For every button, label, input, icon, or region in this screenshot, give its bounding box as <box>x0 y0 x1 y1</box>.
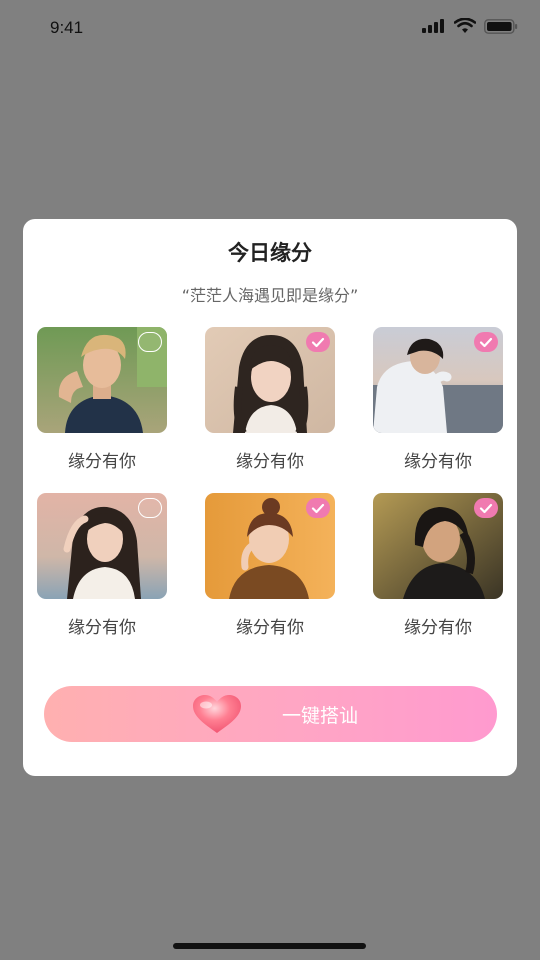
profile-label: 缘分有你 <box>404 618 472 638</box>
select-checkbox[interactable] <box>474 498 498 518</box>
home-indicator[interactable] <box>173 943 366 949</box>
profile-card[interactable]: 缘分有你 <box>37 327 167 477</box>
one-click-chat-button[interactable]: 一键搭讪 <box>44 686 497 742</box>
profile-card[interactable]: 缘分有你 <box>205 327 335 477</box>
cellular-signal-icon <box>422 19 444 33</box>
profile-card[interactable]: 缘分有你 <box>373 327 503 477</box>
modal-title: 今日缘分 <box>228 241 312 265</box>
battery-icon <box>484 18 518 34</box>
select-checkbox[interactable] <box>138 498 162 518</box>
profile-card[interactable]: 缘分有你 <box>373 493 503 643</box>
select-checkbox[interactable] <box>306 498 330 518</box>
fate-modal: 今日缘分 “茫茫人海遇见即是缘分” 缘分有你 缘分有你 缘分有你 缘分有你 缘分… <box>23 219 517 776</box>
cta-label: 一键搭讪 <box>282 705 359 727</box>
check-icon <box>479 503 493 514</box>
select-checkbox[interactable] <box>138 332 162 352</box>
profile-label: 缘分有你 <box>68 452 136 472</box>
select-checkbox[interactable] <box>306 332 330 352</box>
select-checkbox[interactable] <box>474 332 498 352</box>
wifi-icon <box>454 18 476 33</box>
check-icon <box>311 337 325 348</box>
status-icons <box>422 18 518 34</box>
check-icon <box>311 503 325 514</box>
profile-card[interactable]: 缘分有你 <box>37 493 167 643</box>
profile-label: 缘分有你 <box>236 452 304 472</box>
profile-label: 缘分有你 <box>404 452 472 472</box>
heart-icon <box>193 695 241 733</box>
status-bar: 9:41 <box>0 0 540 58</box>
profile-label: 缘分有你 <box>236 618 304 638</box>
profile-card[interactable]: 缘分有你 <box>205 493 335 643</box>
check-icon <box>479 337 493 348</box>
status-time: 9:41 <box>50 18 84 37</box>
profile-label: 缘分有你 <box>68 618 136 638</box>
modal-subtitle: “茫茫人海遇见即是缘分” <box>181 286 359 305</box>
